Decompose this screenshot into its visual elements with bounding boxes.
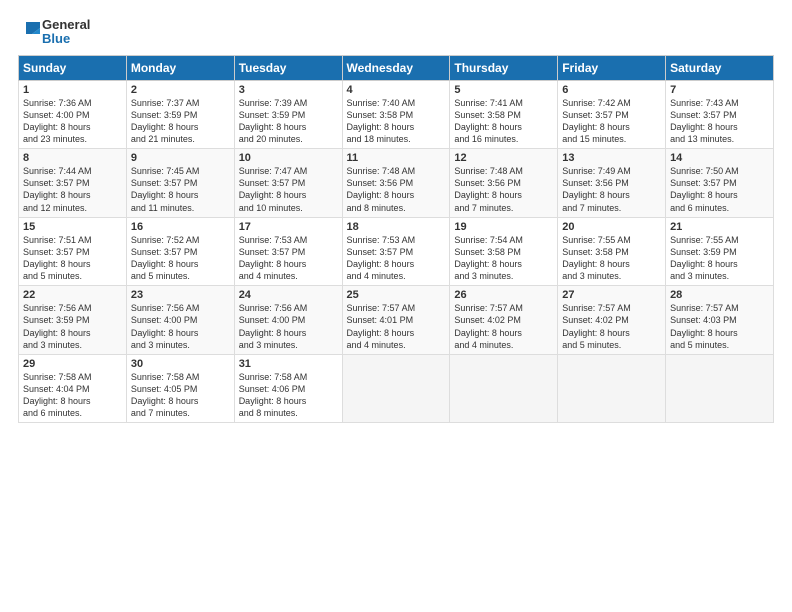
logo-bird-icon	[18, 18, 40, 46]
calendar-day-25: 25Sunrise: 7:57 AMSunset: 4:01 PMDayligh…	[342, 286, 450, 355]
logo-general: General	[42, 18, 90, 32]
calendar-day-empty	[342, 354, 450, 423]
calendar-day-27: 27Sunrise: 7:57 AMSunset: 4:02 PMDayligh…	[558, 286, 666, 355]
calendar-week-5: 29Sunrise: 7:58 AMSunset: 4:04 PMDayligh…	[19, 354, 774, 423]
header: General Blue	[18, 18, 774, 47]
calendar-day-22: 22Sunrise: 7:56 AMSunset: 3:59 PMDayligh…	[19, 286, 127, 355]
calendar-day-13: 13Sunrise: 7:49 AMSunset: 3:56 PMDayligh…	[558, 149, 666, 218]
calendar-day-11: 11Sunrise: 7:48 AMSunset: 3:56 PMDayligh…	[342, 149, 450, 218]
calendar-day-16: 16Sunrise: 7:52 AMSunset: 3:57 PMDayligh…	[126, 217, 234, 286]
weekday-header-friday: Friday	[558, 55, 666, 80]
weekday-header-monday: Monday	[126, 55, 234, 80]
logo-graphic: General Blue	[18, 18, 90, 47]
calendar-container: General Blue SundayMondayTuesdayWednesda…	[0, 0, 792, 612]
calendar-week-1: 1Sunrise: 7:36 AMSunset: 4:00 PMDaylight…	[19, 80, 774, 149]
calendar-day-31: 31Sunrise: 7:58 AMSunset: 4:06 PMDayligh…	[234, 354, 342, 423]
calendar-day-12: 12Sunrise: 7:48 AMSunset: 3:56 PMDayligh…	[450, 149, 558, 218]
calendar-day-19: 19Sunrise: 7:54 AMSunset: 3:58 PMDayligh…	[450, 217, 558, 286]
weekday-header-row: SundayMondayTuesdayWednesdayThursdayFrid…	[19, 55, 774, 80]
calendar-day-24: 24Sunrise: 7:56 AMSunset: 4:00 PMDayligh…	[234, 286, 342, 355]
calendar-day-17: 17Sunrise: 7:53 AMSunset: 3:57 PMDayligh…	[234, 217, 342, 286]
calendar-day-15: 15Sunrise: 7:51 AMSunset: 3:57 PMDayligh…	[19, 217, 127, 286]
calendar-day-14: 14Sunrise: 7:50 AMSunset: 3:57 PMDayligh…	[666, 149, 774, 218]
logo: General Blue	[18, 18, 90, 47]
weekday-header-sunday: Sunday	[19, 55, 127, 80]
calendar-day-9: 9Sunrise: 7:45 AMSunset: 3:57 PMDaylight…	[126, 149, 234, 218]
calendar-day-6: 6Sunrise: 7:42 AMSunset: 3:57 PMDaylight…	[558, 80, 666, 149]
logo-blue: Blue	[42, 32, 90, 46]
calendar-day-23: 23Sunrise: 7:56 AMSunset: 4:00 PMDayligh…	[126, 286, 234, 355]
calendar-week-3: 15Sunrise: 7:51 AMSunset: 3:57 PMDayligh…	[19, 217, 774, 286]
calendar-day-4: 4Sunrise: 7:40 AMSunset: 3:58 PMDaylight…	[342, 80, 450, 149]
weekday-header-saturday: Saturday	[666, 55, 774, 80]
calendar-day-29: 29Sunrise: 7:58 AMSunset: 4:04 PMDayligh…	[19, 354, 127, 423]
calendar-day-26: 26Sunrise: 7:57 AMSunset: 4:02 PMDayligh…	[450, 286, 558, 355]
calendar-day-30: 30Sunrise: 7:58 AMSunset: 4:05 PMDayligh…	[126, 354, 234, 423]
calendar-day-2: 2Sunrise: 7:37 AMSunset: 3:59 PMDaylight…	[126, 80, 234, 149]
calendar-day-5: 5Sunrise: 7:41 AMSunset: 3:58 PMDaylight…	[450, 80, 558, 149]
calendar-day-3: 3Sunrise: 7:39 AMSunset: 3:59 PMDaylight…	[234, 80, 342, 149]
calendar-day-1: 1Sunrise: 7:36 AMSunset: 4:00 PMDaylight…	[19, 80, 127, 149]
calendar-day-empty	[450, 354, 558, 423]
calendar-day-empty	[558, 354, 666, 423]
calendar-week-4: 22Sunrise: 7:56 AMSunset: 3:59 PMDayligh…	[19, 286, 774, 355]
calendar-day-10: 10Sunrise: 7:47 AMSunset: 3:57 PMDayligh…	[234, 149, 342, 218]
calendar-day-8: 8Sunrise: 7:44 AMSunset: 3:57 PMDaylight…	[19, 149, 127, 218]
calendar-day-20: 20Sunrise: 7:55 AMSunset: 3:58 PMDayligh…	[558, 217, 666, 286]
calendar-day-empty	[666, 354, 774, 423]
calendar-day-7: 7Sunrise: 7:43 AMSunset: 3:57 PMDaylight…	[666, 80, 774, 149]
weekday-header-wednesday: Wednesday	[342, 55, 450, 80]
calendar-week-2: 8Sunrise: 7:44 AMSunset: 3:57 PMDaylight…	[19, 149, 774, 218]
weekday-header-thursday: Thursday	[450, 55, 558, 80]
calendar-table: SundayMondayTuesdayWednesdayThursdayFrid…	[18, 55, 774, 424]
calendar-day-28: 28Sunrise: 7:57 AMSunset: 4:03 PMDayligh…	[666, 286, 774, 355]
calendar-day-21: 21Sunrise: 7:55 AMSunset: 3:59 PMDayligh…	[666, 217, 774, 286]
calendar-day-18: 18Sunrise: 7:53 AMSunset: 3:57 PMDayligh…	[342, 217, 450, 286]
weekday-header-tuesday: Tuesday	[234, 55, 342, 80]
